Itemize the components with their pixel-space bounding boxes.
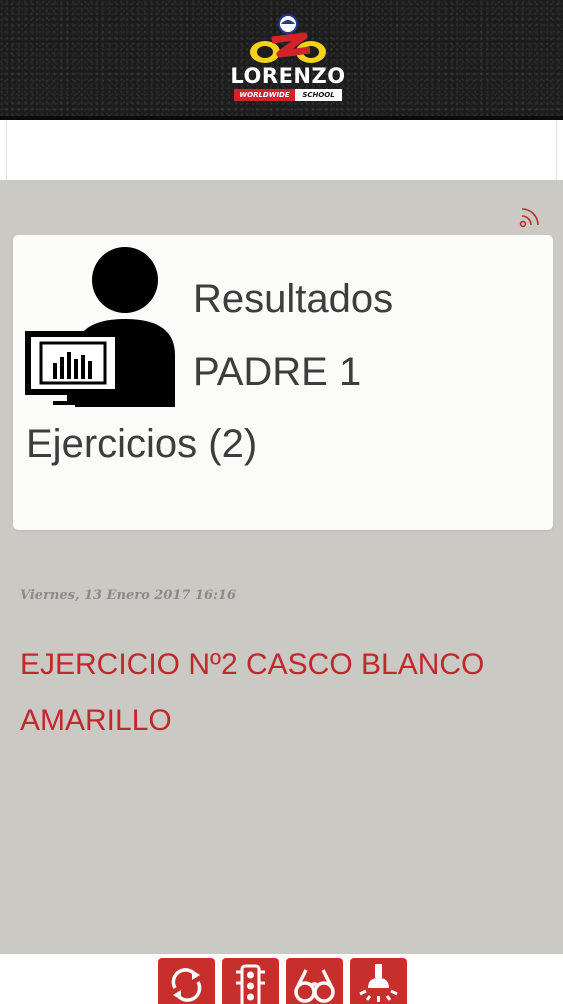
exercise-count[interactable]: Ejercicios (2) (26, 420, 257, 468)
light-bulb-button[interactable] (350, 958, 407, 1004)
exercise-link[interactable]: EJERCICIO Nº2 CASCO BLANCO AMARILLO (20, 637, 540, 749)
user-chart-icon (23, 245, 187, 407)
card-title: Resultados (193, 277, 394, 321)
logo-subtitle: WORLDWIDE SCHOOL (234, 89, 342, 101)
card-subtitle: PADRE 1 (193, 350, 362, 394)
post-timestamp: Viernes, 13 Enero 2017 16:16 (20, 588, 236, 603)
traffic-light-button[interactable] (222, 958, 279, 1004)
main-content[interactable]: Resultados PADRE 1 Ejercicios (2) Vierne… (0, 180, 563, 954)
results-card[interactable]: Resultados PADRE 1 Ejercicios (2) (13, 235, 553, 530)
refresh-button[interactable] (158, 958, 215, 1004)
spacer-band (0, 120, 563, 180)
lorenzo-logo[interactable]: LORENZO WORLDWIDE SCHOOL (228, 10, 348, 102)
spacer-edge-right (556, 120, 557, 180)
binoculars-button[interactable] (286, 958, 343, 1004)
spacer-edge-left (6, 120, 7, 180)
logo-text: LORENZO (230, 64, 346, 88)
logo-sub-right: SCHOOL (295, 89, 342, 101)
bottom-toolbar (0, 954, 563, 1004)
rss-feed-icon[interactable] (517, 204, 543, 230)
logo-sub-left: WORLDWIDE (234, 89, 296, 101)
helmet-logo-icon (250, 14, 326, 63)
app-header: LORENZO WORLDWIDE SCHOOL (0, 0, 563, 120)
